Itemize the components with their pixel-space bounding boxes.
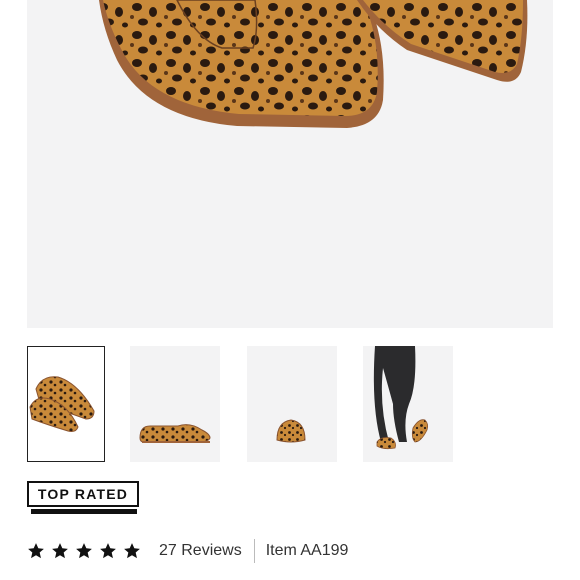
rating-row: 27 Reviews Item AA199 xyxy=(27,538,348,564)
thumbnail-side-view[interactable] xyxy=(130,346,220,462)
thumbnail-front-view[interactable] xyxy=(247,346,337,462)
loafer-pair-icon xyxy=(29,376,95,432)
top-rated-badge-label: TOP RATED xyxy=(37,486,129,502)
item-number: Item AA199 xyxy=(265,542,349,559)
star-icon xyxy=(28,543,44,559)
model-legs-icon xyxy=(373,346,429,450)
star-icon xyxy=(52,543,68,559)
reviews-link[interactable]: 27 Reviews xyxy=(159,542,242,560)
thumbnail-pair-angled[interactable] xyxy=(27,346,105,462)
badge-shadow xyxy=(31,509,137,514)
thumbnail-strip xyxy=(27,346,457,464)
top-rated-badge: TOP RATED xyxy=(27,481,139,507)
thumbnail-on-model[interactable] xyxy=(363,346,453,462)
rating-divider xyxy=(253,539,255,563)
loafer-front-icon xyxy=(276,419,306,443)
loafer-side-icon xyxy=(139,424,211,443)
star-icon xyxy=(76,543,92,559)
hero-loafer-illustration xyxy=(99,0,528,128)
star-rating[interactable] xyxy=(27,542,141,560)
star-icon xyxy=(124,543,140,559)
star-icon xyxy=(100,543,116,559)
hero-product-image[interactable] xyxy=(27,0,553,328)
